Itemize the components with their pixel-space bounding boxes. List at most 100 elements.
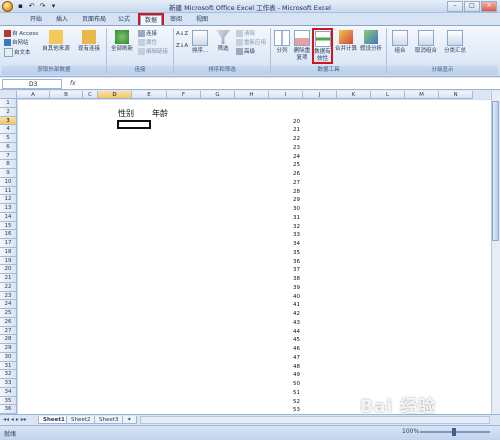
cell-I22[interactable]: 39 <box>269 284 300 293</box>
existing-connections-button[interactable]: 现有连接 <box>76 30 102 53</box>
column-header-K[interactable]: K <box>337 91 371 99</box>
select-all-corner[interactable] <box>0 91 17 99</box>
row-header-28[interactable]: 28 <box>0 335 17 344</box>
cell-I21[interactable]: 38 <box>269 275 300 284</box>
cell-I16[interactable]: 33 <box>269 231 300 240</box>
cell-I7[interactable]: 24 <box>269 153 300 162</box>
row-header-15[interactable]: 15 <box>0 221 17 231</box>
redo-icon[interactable]: ↷ <box>38 2 47 11</box>
cell-I18[interactable]: 35 <box>269 249 300 258</box>
insert-sheet-icon[interactable]: ✦ <box>122 416 137 424</box>
column-header-A[interactable]: A <box>17 91 50 99</box>
cell-I3[interactable]: 20 <box>269 118 300 127</box>
row-header-24[interactable]: 24 <box>0 300 17 309</box>
column-header-D[interactable]: D <box>98 91 132 99</box>
cell-I28[interactable]: 45 <box>269 336 300 345</box>
cell-I20[interactable]: 37 <box>269 266 300 275</box>
row-header-8[interactable]: 8 <box>0 160 17 169</box>
cell-I10[interactable]: 27 <box>269 179 300 188</box>
row-header-17[interactable]: 17 <box>0 239 17 248</box>
cell-I31[interactable]: 48 <box>269 363 300 372</box>
cell-I4[interactable]: 21 <box>269 126 300 135</box>
column-header-F[interactable]: F <box>167 91 201 99</box>
row-header-2[interactable]: 2 <box>0 107 17 117</box>
row-header-25[interactable]: 25 <box>0 309 17 318</box>
cell-I15[interactable]: 32 <box>269 223 300 232</box>
column-header-H[interactable]: H <box>235 91 269 99</box>
row-header-27[interactable]: 27 <box>0 326 17 336</box>
undo-icon[interactable]: ↶ <box>27 2 36 11</box>
worksheet-grid[interactable] <box>17 99 491 414</box>
cell-I25[interactable]: 42 <box>269 310 300 319</box>
consolidate-button[interactable]: 合并计算 <box>335 30 357 53</box>
row-header-23[interactable]: 23 <box>0 291 17 301</box>
row-header-11[interactable]: 11 <box>0 186 17 196</box>
cell-I19[interactable]: 36 <box>269 258 300 267</box>
cell-I29[interactable]: 46 <box>269 345 300 354</box>
cell-D2[interactable]: 性别 <box>118 108 146 119</box>
cell-I33[interactable]: 50 <box>269 380 300 389</box>
row-header-7[interactable]: 7 <box>0 151 17 161</box>
row-header-12[interactable]: 12 <box>0 195 17 204</box>
minimize-button[interactable]: – <box>447 1 463 12</box>
row-header-16[interactable]: 16 <box>0 230 17 239</box>
row-header-26[interactable]: 26 <box>0 317 17 327</box>
cell-I34[interactable]: 51 <box>269 389 300 398</box>
cell-I6[interactable]: 23 <box>269 144 300 153</box>
tab-data[interactable]: 数据 <box>137 13 165 27</box>
filter-button[interactable]: 筛选 <box>213 30 233 53</box>
advanced-filter-button[interactable]: 高级 <box>236 48 255 56</box>
row-header-13[interactable]: 13 <box>0 204 17 213</box>
column-header-I[interactable]: I <box>269 91 303 99</box>
row-header-36[interactable]: 36 <box>0 405 17 414</box>
row-header-29[interactable]: 29 <box>0 344 17 353</box>
name-box[interactable]: D3 <box>2 79 62 89</box>
cell-I8[interactable]: 25 <box>269 161 300 170</box>
column-header-C[interactable]: C <box>83 91 98 99</box>
row-header-4[interactable]: 4 <box>0 125 17 134</box>
sheet-nav-arrows[interactable]: ◂◂ ◂ ▸ ▸▸ <box>3 416 27 423</box>
data-validation-button[interactable]: 数据有效性 <box>312 28 333 64</box>
cell-I17[interactable]: 34 <box>269 240 300 249</box>
connections-button[interactable]: 连接 <box>138 30 157 38</box>
clear-button[interactable]: 清除 <box>236 30 255 38</box>
row-header-18[interactable]: 18 <box>0 247 17 257</box>
fx-icon[interactable]: fx <box>70 80 76 87</box>
column-header-N[interactable]: N <box>439 91 473 99</box>
cell-I23[interactable]: 40 <box>269 293 300 302</box>
zoom-slider-knob[interactable] <box>452 428 456 436</box>
cell-I13[interactable]: 30 <box>269 205 300 214</box>
row-header-34[interactable]: 34 <box>0 387 17 397</box>
tab-view[interactable]: 视图 <box>192 15 212 25</box>
cell-I24[interactable]: 41 <box>269 301 300 310</box>
cell-I35[interactable]: 52 <box>269 398 300 407</box>
row-header-21[interactable]: 21 <box>0 274 17 283</box>
row-header-19[interactable]: 19 <box>0 256 17 266</box>
row-header-20[interactable]: 20 <box>0 265 17 274</box>
from-other-sources-button[interactable]: 自其他来源 <box>42 30 70 53</box>
save-icon[interactable]: ▪ <box>16 2 25 11</box>
tab-home[interactable]: 开始 <box>26 15 46 25</box>
customize-qat-icon[interactable]: ▾ <box>49 2 58 11</box>
tab-formulas[interactable]: 公式 <box>114 15 134 25</box>
vertical-scroll-thumb[interactable] <box>492 101 499 241</box>
cell-I9[interactable]: 26 <box>269 170 300 179</box>
column-header-G[interactable]: G <box>201 91 235 99</box>
cell-I30[interactable]: 47 <box>269 354 300 363</box>
cell-E2[interactable]: 年龄 <box>152 108 180 119</box>
sort-ascending-button[interactable]: A↓Z <box>176 31 188 38</box>
from-access-button[interactable]: 自 Access <box>4 30 38 38</box>
cell-I26[interactable]: 43 <box>269 319 300 328</box>
from-web-button[interactable]: 自网站 <box>4 39 29 47</box>
row-header-9[interactable]: 9 <box>0 169 17 178</box>
cell-I14[interactable]: 31 <box>269 214 300 223</box>
sheet-tab-2[interactable]: Sheet2 <box>66 416 96 424</box>
cell-I11[interactable]: 28 <box>269 188 300 197</box>
sort-descending-button[interactable]: Z↓A <box>176 43 188 50</box>
office-button[interactable] <box>2 1 13 12</box>
refresh-all-button[interactable]: 全部刷新 <box>109 30 135 53</box>
from-text-button[interactable]: 自文本 <box>4 48 31 57</box>
close-button[interactable]: ✕ <box>481 1 497 12</box>
row-header-1[interactable]: 1 <box>0 99 17 108</box>
column-header-J[interactable]: J <box>303 91 337 99</box>
